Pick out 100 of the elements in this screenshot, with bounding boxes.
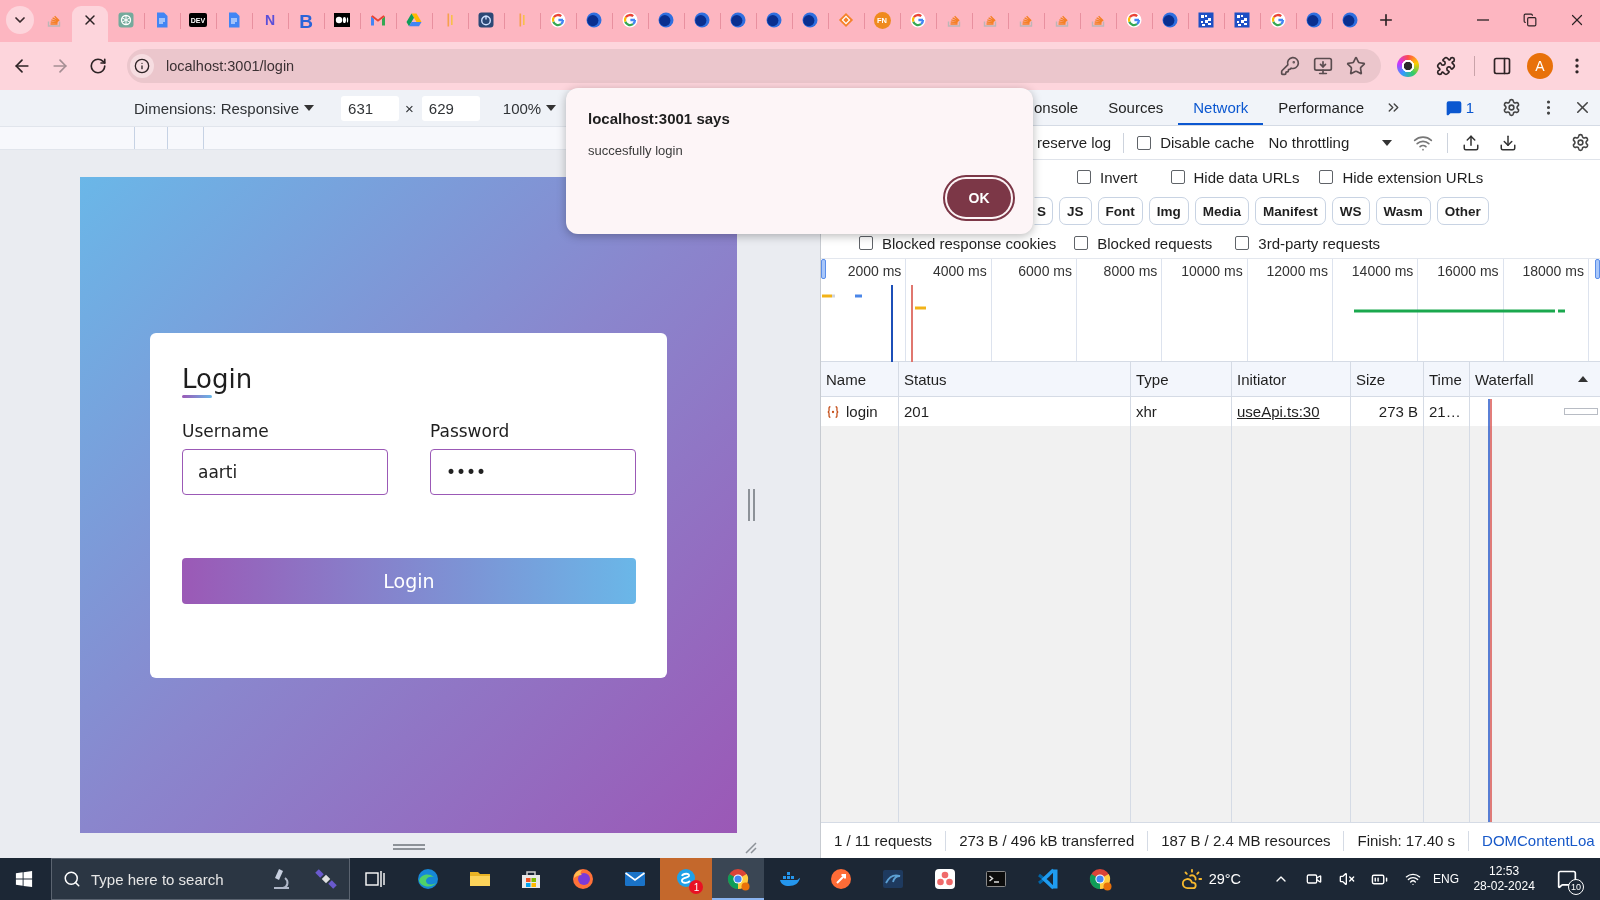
type-filter-chip[interactable]: Img [1148,197,1189,225]
column-header[interactable]: Size [1351,362,1424,396]
checkbox[interactable] [1170,170,1185,184]
color-lens-icon[interactable] [1397,55,1419,77]
status-text: 1 / 11 requests [833,830,934,851]
field-label: Username [182,420,269,441]
type-filter-chip[interactable]: Manifest [1255,197,1326,225]
type-filter-chip[interactable]: Wasm [1375,197,1431,225]
resize-grip-icon[interactable] [745,842,757,854]
search-icon [63,870,81,888]
sort-ascending-icon[interactable] [1578,376,1588,382]
circle-segments-logo-icon [725,867,750,891]
clock-button[interactable]: 12:53 28-02-2024 [1469,858,1540,900]
text-field[interactable]: aarti [182,448,388,495]
column-header[interactable]: Type [1131,362,1232,396]
settings-icon[interactable] [1571,133,1590,152]
column-header[interactable]: Status [899,362,1131,396]
panel-tab[interactable]: Sources [1093,90,1179,125]
times-sign: × [405,99,414,117]
type-filter-chip[interactable]: Font [1097,197,1143,225]
language-button[interactable]: ENG [1429,858,1464,900]
range-handle[interactable] [1595,259,1600,279]
caret-down-icon [304,105,315,111]
status-text: 187 B / 2.4 MB resources [1147,830,1344,851]
star-icon[interactable] [1346,56,1366,76]
text-field[interactable]: •••• [430,448,636,495]
throttling-dropdown[interactable]: No throttling [1268,134,1393,151]
resize-handle[interactable] [392,844,425,850]
checkbox[interactable] [859,236,873,250]
side-panel-icon[interactable] [1492,56,1512,76]
settings-icon[interactable] [1501,98,1521,117]
ok-button[interactable]: OK [943,175,1015,221]
search-bar[interactable]: Type here to search [51,858,350,900]
reload-icon [89,57,107,75]
time-tick-label: 14000 ms [1351,263,1414,279]
caret-down-icon [1382,139,1393,146]
checkbox[interactable] [1235,236,1250,250]
zoom-dropdown[interactable]: 100% [502,99,557,117]
site-info-button[interactable] [130,54,154,78]
caret-down-icon [546,105,557,111]
message-icon [1445,99,1462,116]
upload-icon[interactable] [1462,133,1481,152]
checkbox[interactable] [1077,170,1091,184]
width-field[interactable]: 631 [341,95,400,121]
checkbox[interactable] [1074,236,1089,250]
dots-logo-icon [334,12,350,28]
notifications-button[interactable]: 10 [1549,858,1586,900]
panel-tab[interactable]: Network [1178,90,1264,125]
dimensions-dropdown[interactable]: Dimensions: Responsive [134,99,315,117]
request-name[interactable]: login [846,403,878,420]
puzzle-icon[interactable] [1436,56,1456,76]
weather-button[interactable]: 29°C [1174,858,1252,900]
orb-icon [1162,12,1178,28]
type-filter-chip[interactable]: WS [1331,197,1370,225]
taskbar-app-button[interactable] [712,858,764,900]
code-editor-icon [1036,867,1061,891]
mail-logo-icon [370,12,386,28]
column-header[interactable]: Waterfall [1470,362,1600,396]
resize-handle[interactable] [748,489,755,521]
install-icon[interactable] [1313,56,1333,76]
type-filter-chip[interactable]: Media [1194,197,1250,225]
search-field[interactable]: Type here to search [91,870,270,888]
orb-icon [730,12,746,28]
ring-logo-icon [910,12,926,28]
wave-logo-icon [881,867,906,891]
height-field[interactable]: 629 [421,95,480,121]
checkbox-label: 3rd-party requests [1258,234,1381,252]
time-tick-label: 6000 ms [1018,263,1072,279]
satellite-icon [314,867,338,891]
text-logo: B [299,12,313,30]
panel-tab[interactable]: Performance [1263,90,1380,125]
globe-logo-icon [570,867,595,891]
type-filter-chip[interactable]: Other [1436,197,1489,225]
browser-tab[interactable]: N [252,6,288,42]
url-field[interactable]: localhost:3001/login [166,58,1272,74]
orb-icon [1342,12,1358,28]
close-icon[interactable] [82,12,98,28]
address-bar[interactable]: localhost:3001/login [127,49,1381,83]
text-logo: N [264,12,276,28]
dialog-title: localhost:3001 says [588,110,730,128]
checkbox[interactable] [1137,135,1152,150]
sun-cloud-icon [1180,868,1203,890]
column-header[interactable]: Time [1424,362,1470,396]
arrow-logo-icon [829,867,854,891]
tab-search-button[interactable] [6,6,34,34]
type-filter-chip[interactable]: JS [1059,197,1092,225]
column-header[interactable]: Initiator [1232,362,1351,396]
issues-button[interactable]: 1 [1439,90,1480,125]
checkbox[interactable] [1319,170,1334,184]
column-header[interactable]: Name [821,362,899,396]
download-icon[interactable] [1499,133,1518,152]
panel-tab[interactable]: onsole [1034,90,1094,125]
title-underline [182,394,212,398]
key-icon[interactable] [1280,56,1300,76]
initiator-link[interactable]: useApi.ts:30 [1237,403,1320,420]
range-handle[interactable] [821,259,826,279]
type-filter-chip[interactable]: S [1034,197,1053,225]
checkbox-label: Invert [1100,168,1138,186]
time-tick-label: 2000 ms [847,263,902,279]
taskbar-app-button[interactable]: 1 [660,858,713,900]
